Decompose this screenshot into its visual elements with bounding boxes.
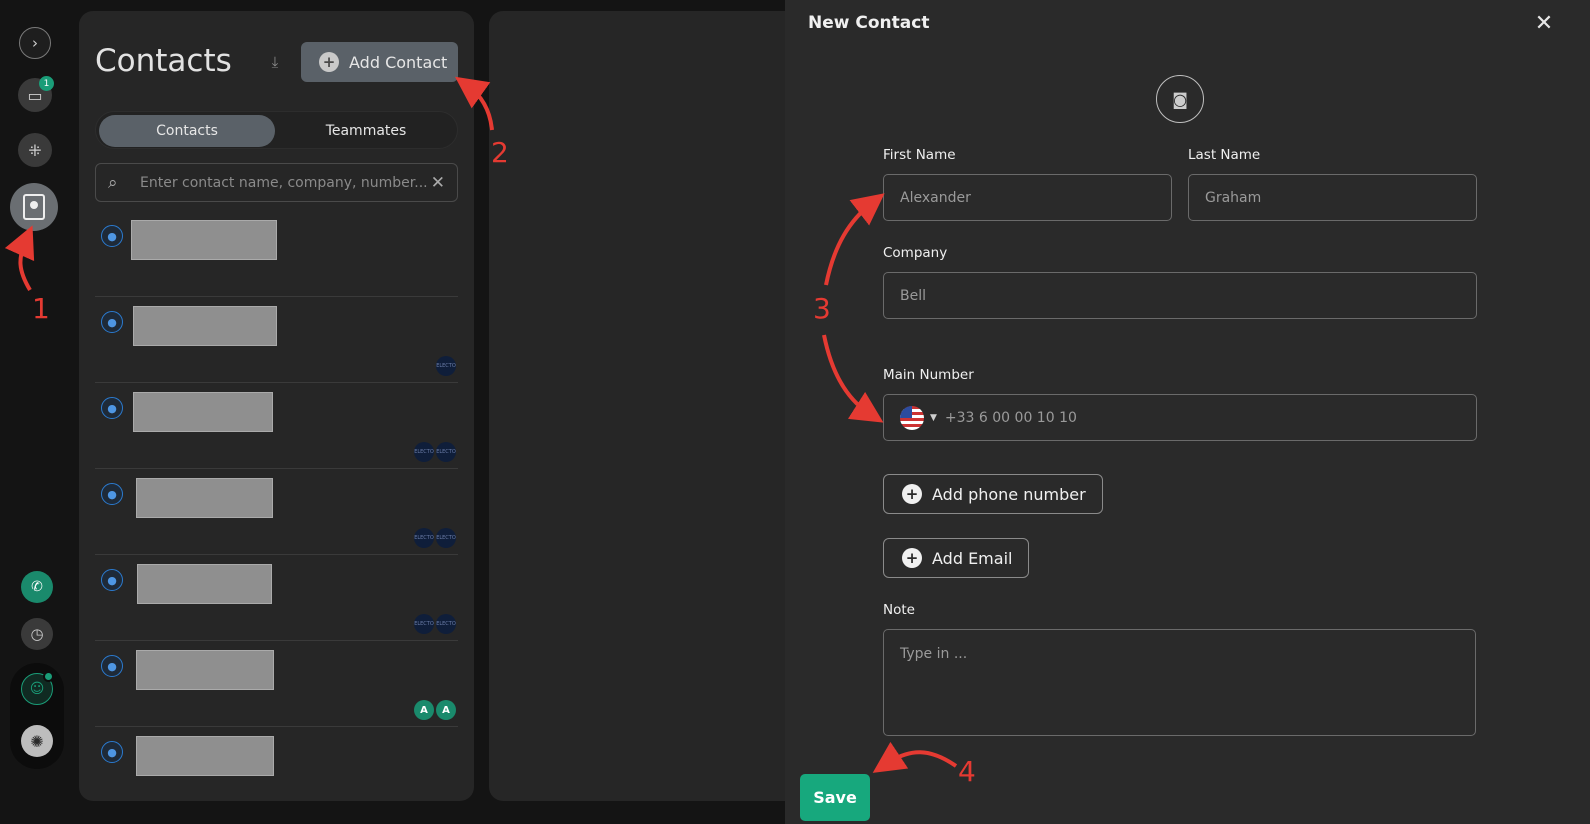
add-contact-label: Add Contact [349,52,448,72]
redacted-contact-info [133,392,273,432]
step-2-label: 2 [491,136,509,169]
tag-avatar: ELECTO [414,614,434,634]
contacts-tab-switcher: Contacts Teammates [95,111,458,149]
contact-list: ● ● ELECTO ● ELECTO ELECTO ● ELECTO ELEC… [95,211,458,801]
main-number-input[interactable]: +33 6 00 00 10 10 [945,410,1077,426]
contacts-panel: Contacts ⤓ + Add Contact Contacts Teamma… [79,11,474,801]
close-icon[interactable]: ✕ [1531,10,1557,36]
camera-icon: ◙ [1172,89,1188,109]
tag-avatar: ELECTO [414,442,434,462]
redacted-contact-info [133,306,277,346]
tag-avatar: ELECTO [436,614,456,634]
contact-avatar-icon: ● [101,655,123,677]
phone-icon: ✆ [31,579,43,595]
search-box: ⌕ ✕ [95,163,458,202]
photo-upload-button[interactable]: ◙ [1156,75,1204,123]
plus-circle-icon: + [902,484,922,504]
redacted-contact-info [131,220,277,260]
left-rail: › ▭ 1 ⁜ ✆ ◷ ☺ ✺ [0,0,70,824]
online-status-dot [43,671,54,682]
contact-avatar-icon: ● [101,569,123,591]
apps-button[interactable]: ⁜ [18,133,52,167]
expand-rail-button[interactable]: › [19,27,51,59]
apps-icon: ⁜ [28,140,42,160]
list-item[interactable]: ● A A [95,641,458,727]
main-number-field: ▼ +33 6 00 00 10 10 [883,394,1477,441]
last-name-field[interactable]: Graham [1188,174,1477,221]
form-title: New Contact [808,13,930,33]
history-button[interactable]: ◷ [21,618,53,650]
page-title: Contacts [95,43,232,79]
contact-avatar-icon: ● [101,397,123,419]
lifebuoy-icon: ✺ [30,731,44,751]
chevron-down-icon[interactable]: ▼ [930,413,937,423]
tab-contacts[interactable]: Contacts [99,115,275,147]
main-number-label: Main Number [883,367,974,383]
redacted-contact-info [136,478,273,518]
chevron-right-icon: › [32,34,38,52]
list-item[interactable]: ● ELECTO ELECTO [95,383,458,469]
step-1-label: 1 [32,292,50,325]
inbox-badge: 1 [39,76,54,91]
redacted-contact-info [136,736,274,776]
add-email-label: Add Email [932,548,1013,568]
tag-avatar: ELECTO [436,528,456,548]
list-item[interactable]: ● ELECTO ELECTO [95,469,458,555]
download-icon[interactable]: ⤓ [267,53,283,71]
detail-panel [489,11,809,801]
redacted-contact-info [136,650,274,690]
add-contact-button[interactable]: + Add Contact [301,42,458,82]
us-flag-icon[interactable] [900,405,924,430]
redacted-contact-info [137,564,272,604]
history-icon: ◷ [30,625,44,643]
tag-avatar: A [414,700,434,720]
list-item[interactable]: ● [95,211,458,297]
tag-avatar: ELECTO [414,528,434,548]
contact-avatar-icon: ● [101,225,123,247]
add-phone-number-button[interactable]: + Add phone number [883,474,1103,514]
contact-avatar-icon: ● [101,741,123,763]
plus-circle-icon: + [902,548,922,568]
first-name-field[interactable]: Alexander [883,174,1172,221]
user-icon: ☺ [29,681,45,697]
step-3-label: 3 [813,292,831,325]
company-field[interactable]: Bell [883,272,1477,319]
tab-teammates[interactable]: Teammates [278,115,454,147]
plus-circle-icon: + [319,52,339,72]
dialer-button[interactable]: ✆ [21,571,53,603]
contact-avatar-icon: ● [101,311,123,333]
list-item[interactable]: ● ELECTO [95,297,458,383]
help-button[interactable]: ✺ [21,725,53,757]
note-label: Note [883,602,915,618]
list-item[interactable]: ● ELECTO ELECTO [95,555,458,641]
clear-search-icon[interactable]: ✕ [431,173,445,193]
step-4-label: 4 [958,755,976,788]
add-email-button[interactable]: + Add Email [883,538,1030,578]
tag-avatar: A [436,700,456,720]
tag-avatar: ELECTO [436,356,456,376]
note-textarea[interactable]: Type in ... [883,629,1476,736]
contact-avatar-icon: ● [101,483,123,505]
search-icon: ⌕ [108,172,118,193]
tag-avatar: ELECTO [436,442,456,462]
list-item[interactable]: ● [95,727,458,801]
contacts-nav-button[interactable] [10,183,58,231]
company-label: Company [883,245,948,261]
save-button[interactable]: Save [800,774,870,821]
new-contact-panel: New Contact ✕ ◙ First Name Alexander Las… [785,0,1590,824]
first-name-label: First Name [883,147,956,163]
contacts-icon [23,194,45,220]
search-input[interactable] [130,174,431,191]
last-name-label: Last Name [1188,147,1261,163]
add-phone-label: Add phone number [932,484,1086,504]
